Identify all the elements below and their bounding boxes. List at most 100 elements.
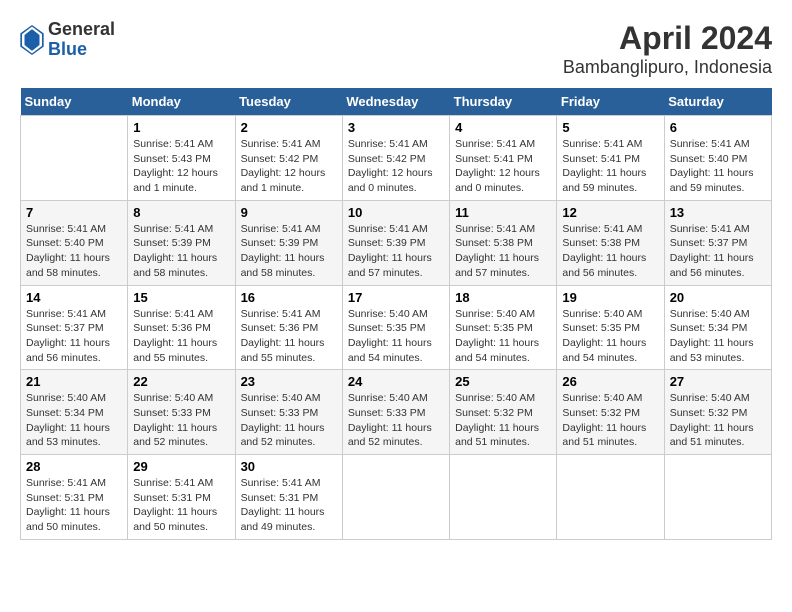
day-number: 12 (562, 205, 658, 220)
calendar-header: SundayMondayTuesdayWednesdayThursdayFrid… (21, 88, 772, 116)
day-cell: 17Sunrise: 5:40 AM Sunset: 5:35 PM Dayli… (342, 285, 449, 370)
day-number: 7 (26, 205, 122, 220)
day-info: Sunrise: 5:41 AM Sunset: 5:42 PM Dayligh… (241, 137, 337, 196)
day-cell: 23 Sunrise: 5:40 AM Sunset: 5:33 PM Dayli… (235, 370, 342, 455)
day-info: Sunrise: 5:40 AM Sunset: 5:35 PM Dayligh… (562, 307, 658, 366)
page-header: General Blue April 2024 Bambanglipuro, I… (20, 20, 772, 78)
week-row-5: 28Sunrise: 5:41 AM Sunset: 5:31 PM Dayli… (21, 455, 772, 540)
day-cell: 15 Sunrise: 5:41 AM Sunset: 5:36 PM Dayli… (128, 285, 235, 370)
logo-icon (20, 25, 44, 55)
day-info: Sunrise: 5:40 AM Sunset: 5:35 PM Dayligh… (455, 307, 551, 366)
day-info: Sunrise: 5:41 AM Sunset: 5:43 PM Dayligh… (133, 137, 229, 196)
day-cell (21, 116, 128, 201)
calendar-table: SundayMondayTuesdayWednesdayThursdayFrid… (20, 88, 772, 540)
header-cell-monday: Monday (128, 88, 235, 116)
day-number: 24 (348, 374, 444, 389)
day-number: 27 (670, 374, 766, 389)
header-cell-sunday: Sunday (21, 88, 128, 116)
day-cell: 26 Sunrise: 5:40 AM Sunset: 5:32 PM Dayli… (557, 370, 664, 455)
day-number: 26 (562, 374, 658, 389)
day-cell: 10 Sunrise: 5:41 AM Sunset: 5:39 PM Dayli… (342, 200, 449, 285)
day-number: 22 (133, 374, 229, 389)
day-info: Sunrise: 5:40 AM Sunset: 5:32 PM Dayligh… (562, 391, 658, 450)
day-number: 6 (670, 120, 766, 135)
title-block: April 2024 Bambanglipuro, Indonesia (563, 20, 772, 78)
day-cell (557, 455, 664, 540)
day-cell: 12 Sunrise: 5:41 AM Sunset: 5:38 PM Dayli… (557, 200, 664, 285)
day-cell (342, 455, 449, 540)
header-cell-tuesday: Tuesday (235, 88, 342, 116)
day-number: 11 (455, 205, 551, 220)
day-info: Sunrise: 5:40 AM Sunset: 5:33 PM Dayligh… (241, 391, 337, 450)
day-number: 8 (133, 205, 229, 220)
day-info: Sunrise: 5:41 AM Sunset: 5:31 PM Dayligh… (241, 476, 337, 535)
logo: General Blue (20, 20, 115, 60)
logo-general: General (48, 20, 115, 40)
day-cell: 28Sunrise: 5:41 AM Sunset: 5:31 PM Dayli… (21, 455, 128, 540)
day-info: Sunrise: 5:40 AM Sunset: 5:32 PM Dayligh… (670, 391, 766, 450)
header-cell-friday: Friday (557, 88, 664, 116)
day-cell: 21 Sunrise: 5:40 AM Sunset: 5:34 PM Dayli… (21, 370, 128, 455)
day-cell: 8 Sunrise: 5:41 AM Sunset: 5:39 PM Daylig… (128, 200, 235, 285)
day-info: Sunrise: 5:41 AM Sunset: 5:38 PM Dayligh… (562, 222, 658, 281)
day-cell (450, 455, 557, 540)
day-info: Sunrise: 5:41 AM Sunset: 5:40 PM Dayligh… (670, 137, 766, 196)
day-cell: 9 Sunrise: 5:41 AM Sunset: 5:39 PM Daylig… (235, 200, 342, 285)
day-cell: 3 Sunrise: 5:41 AM Sunset: 5:42 PM Daylig… (342, 116, 449, 201)
day-cell: 29 Sunrise: 5:41 AM Sunset: 5:31 PM Dayli… (128, 455, 235, 540)
header-cell-saturday: Saturday (664, 88, 771, 116)
day-number: 3 (348, 120, 444, 135)
day-cell: 1 Sunrise: 5:41 AM Sunset: 5:43 PM Daylig… (128, 116, 235, 201)
day-info: Sunrise: 5:41 AM Sunset: 5:41 PM Dayligh… (562, 137, 658, 196)
day-info: Sunrise: 5:41 AM Sunset: 5:39 PM Dayligh… (348, 222, 444, 281)
day-number: 17 (348, 290, 444, 305)
header-cell-wednesday: Wednesday (342, 88, 449, 116)
day-cell: 18 Sunrise: 5:40 AM Sunset: 5:35 PM Dayli… (450, 285, 557, 370)
day-cell: 22 Sunrise: 5:40 AM Sunset: 5:33 PM Dayli… (128, 370, 235, 455)
day-cell (664, 455, 771, 540)
day-info: Sunrise: 5:41 AM Sunset: 5:38 PM Dayligh… (455, 222, 551, 281)
day-cell: 4Sunrise: 5:41 AM Sunset: 5:41 PM Daylig… (450, 116, 557, 201)
day-number: 20 (670, 290, 766, 305)
day-info: Sunrise: 5:40 AM Sunset: 5:33 PM Dayligh… (133, 391, 229, 450)
day-number: 21 (26, 374, 122, 389)
day-number: 16 (241, 290, 337, 305)
day-number: 29 (133, 459, 229, 474)
logo-text: General Blue (48, 20, 115, 60)
day-number: 23 (241, 374, 337, 389)
day-cell: 5 Sunrise: 5:41 AM Sunset: 5:41 PM Daylig… (557, 116, 664, 201)
day-number: 4 (455, 120, 551, 135)
day-info: Sunrise: 5:41 AM Sunset: 5:31 PM Dayligh… (133, 476, 229, 535)
week-row-4: 21 Sunrise: 5:40 AM Sunset: 5:34 PM Dayli… (21, 370, 772, 455)
day-info: Sunrise: 5:41 AM Sunset: 5:39 PM Dayligh… (133, 222, 229, 281)
calendar-title: April 2024 (563, 20, 772, 57)
day-number: 9 (241, 205, 337, 220)
day-cell: 2 Sunrise: 5:41 AM Sunset: 5:42 PM Daylig… (235, 116, 342, 201)
day-info: Sunrise: 5:41 AM Sunset: 5:37 PM Dayligh… (670, 222, 766, 281)
day-info: Sunrise: 5:41 AM Sunset: 5:42 PM Dayligh… (348, 137, 444, 196)
day-info: Sunrise: 5:41 AM Sunset: 5:31 PM Dayligh… (26, 476, 122, 535)
calendar-subtitle: Bambanglipuro, Indonesia (563, 57, 772, 78)
day-info: Sunrise: 5:41 AM Sunset: 5:37 PM Dayligh… (26, 307, 122, 366)
day-number: 14 (26, 290, 122, 305)
day-number: 2 (241, 120, 337, 135)
day-info: Sunrise: 5:41 AM Sunset: 5:36 PM Dayligh… (133, 307, 229, 366)
week-row-2: 7Sunrise: 5:41 AM Sunset: 5:40 PM Daylig… (21, 200, 772, 285)
calendar-body: 1 Sunrise: 5:41 AM Sunset: 5:43 PM Daylig… (21, 116, 772, 540)
day-number: 5 (562, 120, 658, 135)
day-number: 1 (133, 120, 229, 135)
day-info: Sunrise: 5:40 AM Sunset: 5:33 PM Dayligh… (348, 391, 444, 450)
day-info: Sunrise: 5:40 AM Sunset: 5:34 PM Dayligh… (26, 391, 122, 450)
day-cell: 19Sunrise: 5:40 AM Sunset: 5:35 PM Dayli… (557, 285, 664, 370)
day-number: 30 (241, 459, 337, 474)
day-cell: 14 Sunrise: 5:41 AM Sunset: 5:37 PM Dayli… (21, 285, 128, 370)
day-number: 10 (348, 205, 444, 220)
day-cell: 20Sunrise: 5:40 AM Sunset: 5:34 PM Dayli… (664, 285, 771, 370)
logo-blue: Blue (48, 40, 115, 60)
day-info: Sunrise: 5:41 AM Sunset: 5:39 PM Dayligh… (241, 222, 337, 281)
week-row-1: 1 Sunrise: 5:41 AM Sunset: 5:43 PM Daylig… (21, 116, 772, 201)
day-number: 18 (455, 290, 551, 305)
day-number: 15 (133, 290, 229, 305)
day-cell: 25Sunrise: 5:40 AM Sunset: 5:32 PM Dayli… (450, 370, 557, 455)
day-number: 25 (455, 374, 551, 389)
